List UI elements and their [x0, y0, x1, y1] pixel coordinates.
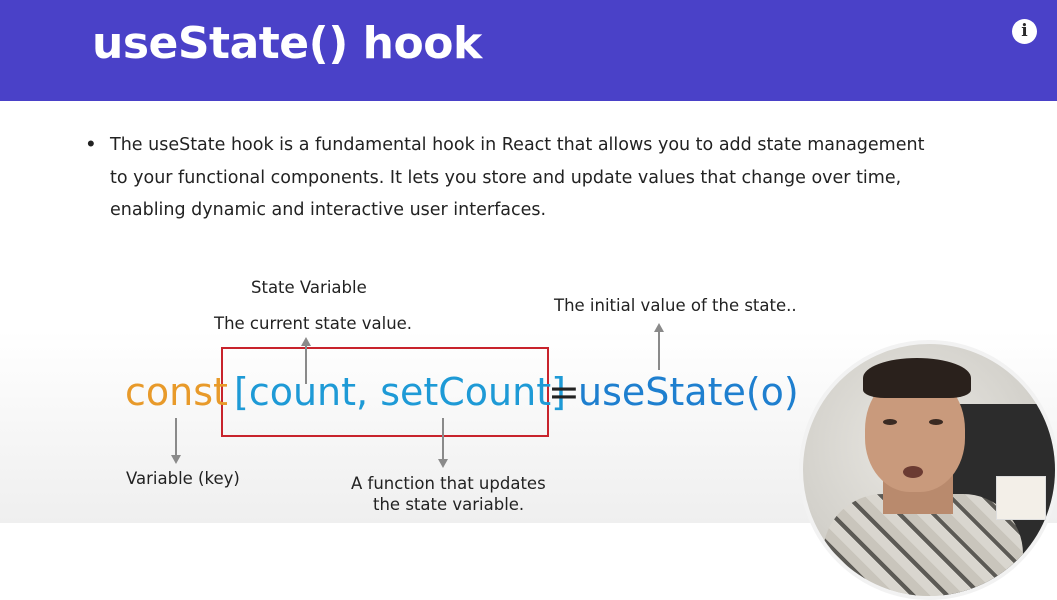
state-variable-label: State Variable	[251, 278, 367, 297]
code-const-keyword: const	[125, 370, 228, 414]
initial-value-label: The initial value of the state..	[554, 296, 797, 315]
arrow-setter-shaft	[442, 418, 444, 460]
current-state-label: The current state value.	[214, 314, 413, 333]
bullet-text-line-1: The useState hook is a fundamental hook …	[110, 135, 925, 155]
slide-header: useState() hook	[0, 0, 1057, 101]
bullet-text-line-3: enabling dynamic and interactive user in…	[110, 200, 547, 220]
arrow-variable-key-shaft	[175, 418, 177, 456]
bullet-marker: •	[87, 131, 95, 156]
setter-label-line-2: the state variable.	[373, 495, 525, 514]
presenter-hair	[863, 358, 971, 398]
presenter-mouth	[903, 466, 923, 478]
arrow-initial-value-head	[654, 323, 664, 332]
code-usestate-call: useState(o)	[578, 370, 799, 414]
code-destructure: [count, setCount]	[234, 370, 566, 414]
arrow-variable-key-head	[171, 455, 181, 464]
presenter-webcam	[799, 340, 1057, 600]
arrow-current-state-head	[301, 337, 311, 346]
arrow-initial-value-shaft	[658, 332, 660, 370]
info-icon[interactable]: i	[1012, 19, 1037, 44]
presenter-right-eye	[929, 419, 943, 425]
variable-key-label: Variable (key)	[126, 469, 240, 488]
setter-label-line-1: A function that updates	[351, 474, 546, 493]
code-equals: =	[548, 370, 580, 414]
channel-logo-watermark	[996, 476, 1046, 520]
bullet-text-line-2: to your functional components. It lets y…	[110, 168, 902, 188]
arrow-current-state-shaft	[305, 346, 307, 384]
arrow-setter-head	[438, 459, 448, 468]
presenter-left-eye	[883, 419, 897, 425]
slide-title: useState() hook	[92, 18, 482, 69]
